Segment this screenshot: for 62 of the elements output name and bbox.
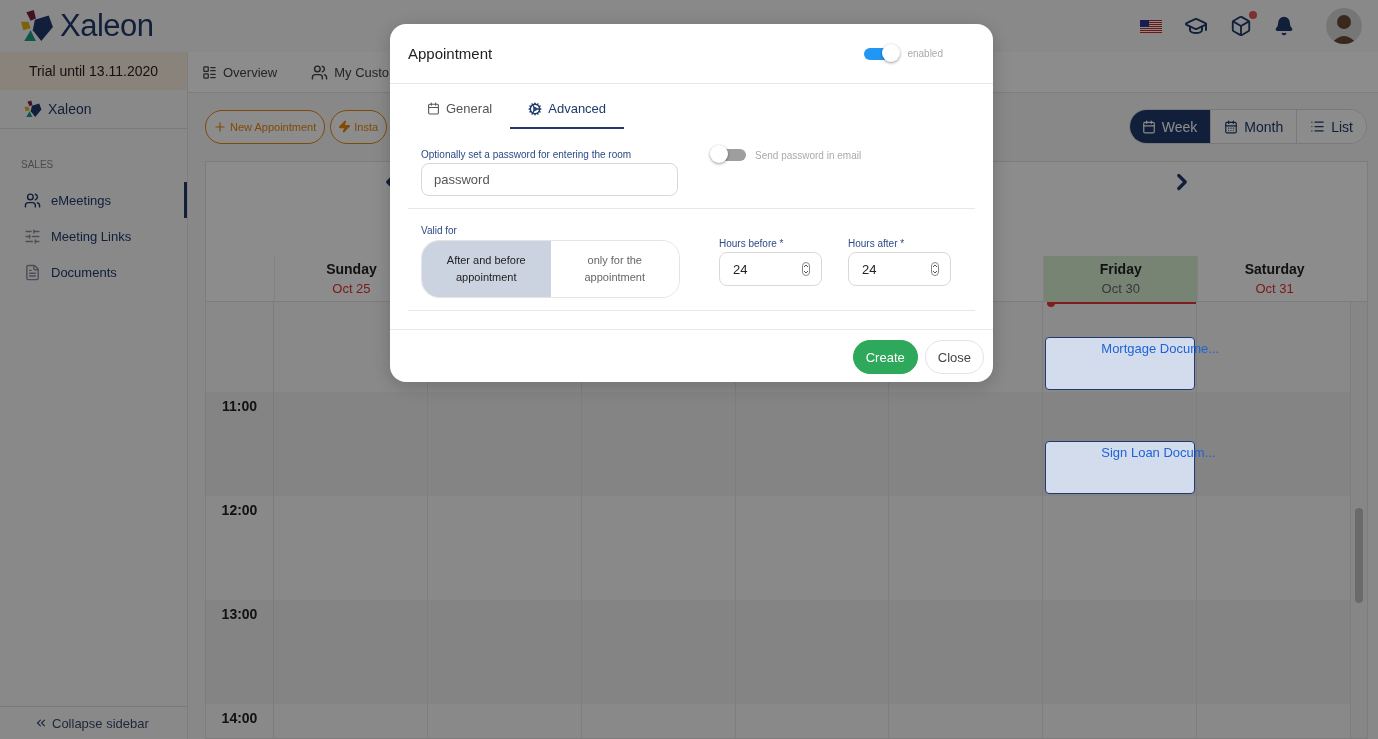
bell-icon[interactable] xyxy=(1274,16,1294,36)
field-label: Valid for xyxy=(421,225,458,236)
day-name: Friday xyxy=(1099,261,1142,277)
dialog-tab[interactable]: Advanced xyxy=(510,90,625,129)
password-field[interactable]: password xyxy=(421,163,678,196)
day-date: Oct 31 xyxy=(1255,281,1294,296)
bolt-icon xyxy=(338,120,352,133)
trial-notice: Trial until 13.11.2020 xyxy=(0,52,187,90)
field-label: Hours before * xyxy=(719,238,785,249)
dialog-tab[interactable]: General xyxy=(409,90,511,129)
nav-tab[interactable]: My Custo xyxy=(311,63,390,81)
section-label: SALES xyxy=(21,159,55,170)
create-button[interactable]: Create xyxy=(852,340,918,374)
brand-name: Xaleon xyxy=(60,8,154,44)
document-icon xyxy=(24,263,41,281)
dialog-title: Appointment xyxy=(408,45,493,62)
people-icon xyxy=(311,63,329,81)
field-label: Optionally set a password for entering the room xyxy=(421,149,633,160)
spinner-icon xyxy=(802,262,810,276)
logo-icon xyxy=(24,100,42,118)
validity-option[interactable]: After and before appointment xyxy=(422,241,551,297)
people-icon xyxy=(24,191,41,209)
nav-tab[interactable]: Overview xyxy=(202,64,278,80)
close-button[interactable]: Close xyxy=(924,340,984,374)
number-field[interactable]: 24 xyxy=(848,252,951,286)
plus-icon xyxy=(213,119,227,134)
switch-label: Send password in email xyxy=(755,149,862,161)
workspace-item[interactable]: Xaleon xyxy=(0,90,187,129)
scrollbar-thumb[interactable] xyxy=(1355,508,1363,603)
hour-label: 11:00 xyxy=(221,398,257,414)
view-button[interactable]: Week xyxy=(1129,110,1211,143)
calendar-icon xyxy=(1141,119,1156,134)
list-icon xyxy=(1310,119,1326,134)
day-name: Saturday xyxy=(1244,261,1305,277)
list-icon xyxy=(202,64,217,80)
hour-label: 12:00 xyxy=(221,502,258,518)
double-chevron-icon xyxy=(34,716,48,730)
hour-label: 13:00 xyxy=(221,606,258,622)
logo-icon xyxy=(20,9,54,43)
day-date: Oct 30 xyxy=(1101,281,1140,296)
hour-label: 14:00 xyxy=(221,710,258,726)
sidebar-item[interactable]: Meeting Links xyxy=(0,218,187,254)
switch-label: enabled xyxy=(907,48,943,59)
view-button[interactable]: List xyxy=(1296,110,1366,143)
avatar[interactable] xyxy=(1326,8,1362,44)
enabled-switch[interactable] xyxy=(864,47,899,60)
day-name: Sunday xyxy=(326,261,377,277)
number-field[interactable]: 24 xyxy=(719,252,822,286)
spinner-icon xyxy=(931,262,939,276)
gear-icon xyxy=(528,101,543,116)
day-date: Oct 25 xyxy=(332,281,371,296)
calendar-icon xyxy=(1224,119,1239,134)
cube-icon[interactable] xyxy=(1230,15,1252,37)
flag-icon[interactable] xyxy=(1140,19,1162,33)
calendar-icon xyxy=(427,102,440,115)
sidebar-item[interactable]: eMeetings xyxy=(0,182,187,218)
field-label: Hours after * xyxy=(848,238,906,249)
sidebar-item[interactable]: Documents xyxy=(0,254,187,290)
workspace-name: Xaleon xyxy=(48,101,92,117)
notification-badge xyxy=(1249,11,1257,19)
collapse-sidebar-link[interactable]: Collapse sidebar xyxy=(0,706,187,739)
sliders-icon xyxy=(24,227,41,245)
